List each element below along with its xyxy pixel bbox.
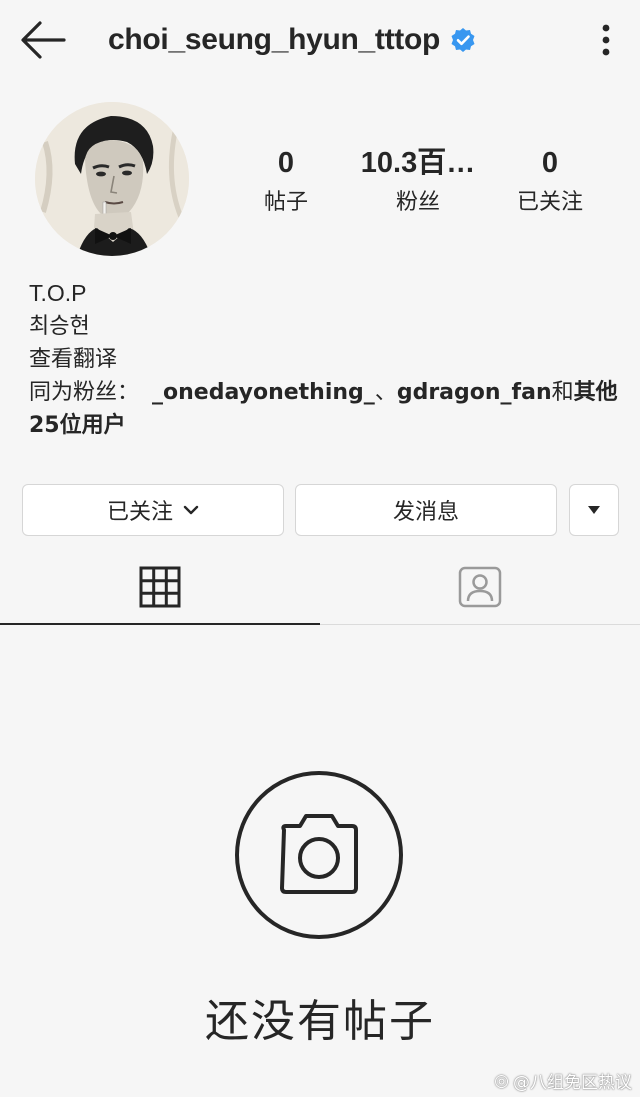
empty-state-text: 还没有帖子 (205, 996, 435, 1047)
camera-icon (235, 771, 403, 939)
mutual-followers[interactable]: 同为粉丝： _onedayonething_、gdragon_fan和其他25位… (29, 376, 619, 442)
stat-posts[interactable]: 0 帖子 (236, 146, 336, 218)
stat-following-label: 已关注 (516, 190, 583, 215)
watermark: ◎ @八组免区热议 (494, 1068, 632, 1094)
mutual-user-link[interactable]: gdragon_fan (397, 380, 552, 405)
username: choi_seung_hyun_tttop (108, 23, 441, 56)
caret-down-icon (588, 506, 600, 514)
back-button[interactable] (18, 18, 68, 62)
more-options-button[interactable] (592, 20, 620, 60)
arrow-left-icon (21, 21, 66, 59)
mutual-prefix: 同为粉丝： (29, 380, 140, 405)
following-button[interactable]: 已关注 (22, 484, 284, 536)
stat-posts-value: 0 (277, 147, 295, 179)
display-name: T.O.P (29, 280, 87, 306)
see-translation-link[interactable]: 查看翻译 (29, 343, 619, 376)
stat-following[interactable]: 0 已关注 (494, 146, 606, 218)
suggested-dropdown-button[interactable] (569, 484, 619, 536)
stat-following-value: 0 (541, 147, 559, 179)
grid-icon (139, 566, 181, 608)
stat-followers[interactable]: 10.3百… 粉丝 (348, 146, 488, 218)
weibo-icon: ◎ (494, 1070, 509, 1091)
chevron-down-icon (183, 505, 199, 515)
active-tab-indicator (0, 623, 320, 625)
empty-state-camera (234, 770, 404, 940)
following-button-label: 已关注 (106, 500, 173, 525)
profile-bio: T.O.P 최승현 查看翻译 同为粉丝： _onedayonething_、gd… (29, 277, 619, 442)
message-button[interactable]: 发消息 (295, 484, 557, 536)
mutual-and: 和 (551, 380, 574, 405)
verified-badge-icon (451, 28, 475, 52)
stat-posts-label: 帖子 (263, 190, 308, 215)
bio-text: 최승현 (29, 314, 90, 339)
stat-followers-value: 10.3百… (360, 147, 476, 179)
profile-avatar[interactable] (35, 102, 189, 256)
avatar-portrait-image (35, 102, 189, 256)
message-button-label: 发消息 (392, 500, 459, 525)
stat-followers-label: 粉丝 (395, 190, 440, 215)
tab-tagged[interactable] (320, 552, 640, 622)
mutual-user-link[interactable]: _onedayonething_ (152, 380, 375, 405)
tab-grid[interactable] (0, 552, 320, 622)
tagged-person-icon (458, 566, 502, 608)
profile-header: choi_seung_hyun_tttop (108, 20, 476, 60)
mutual-separator: 、 (374, 380, 397, 405)
more-vertical-icon (602, 24, 610, 56)
watermark-text: @八组免区热议 (513, 1073, 632, 1093)
